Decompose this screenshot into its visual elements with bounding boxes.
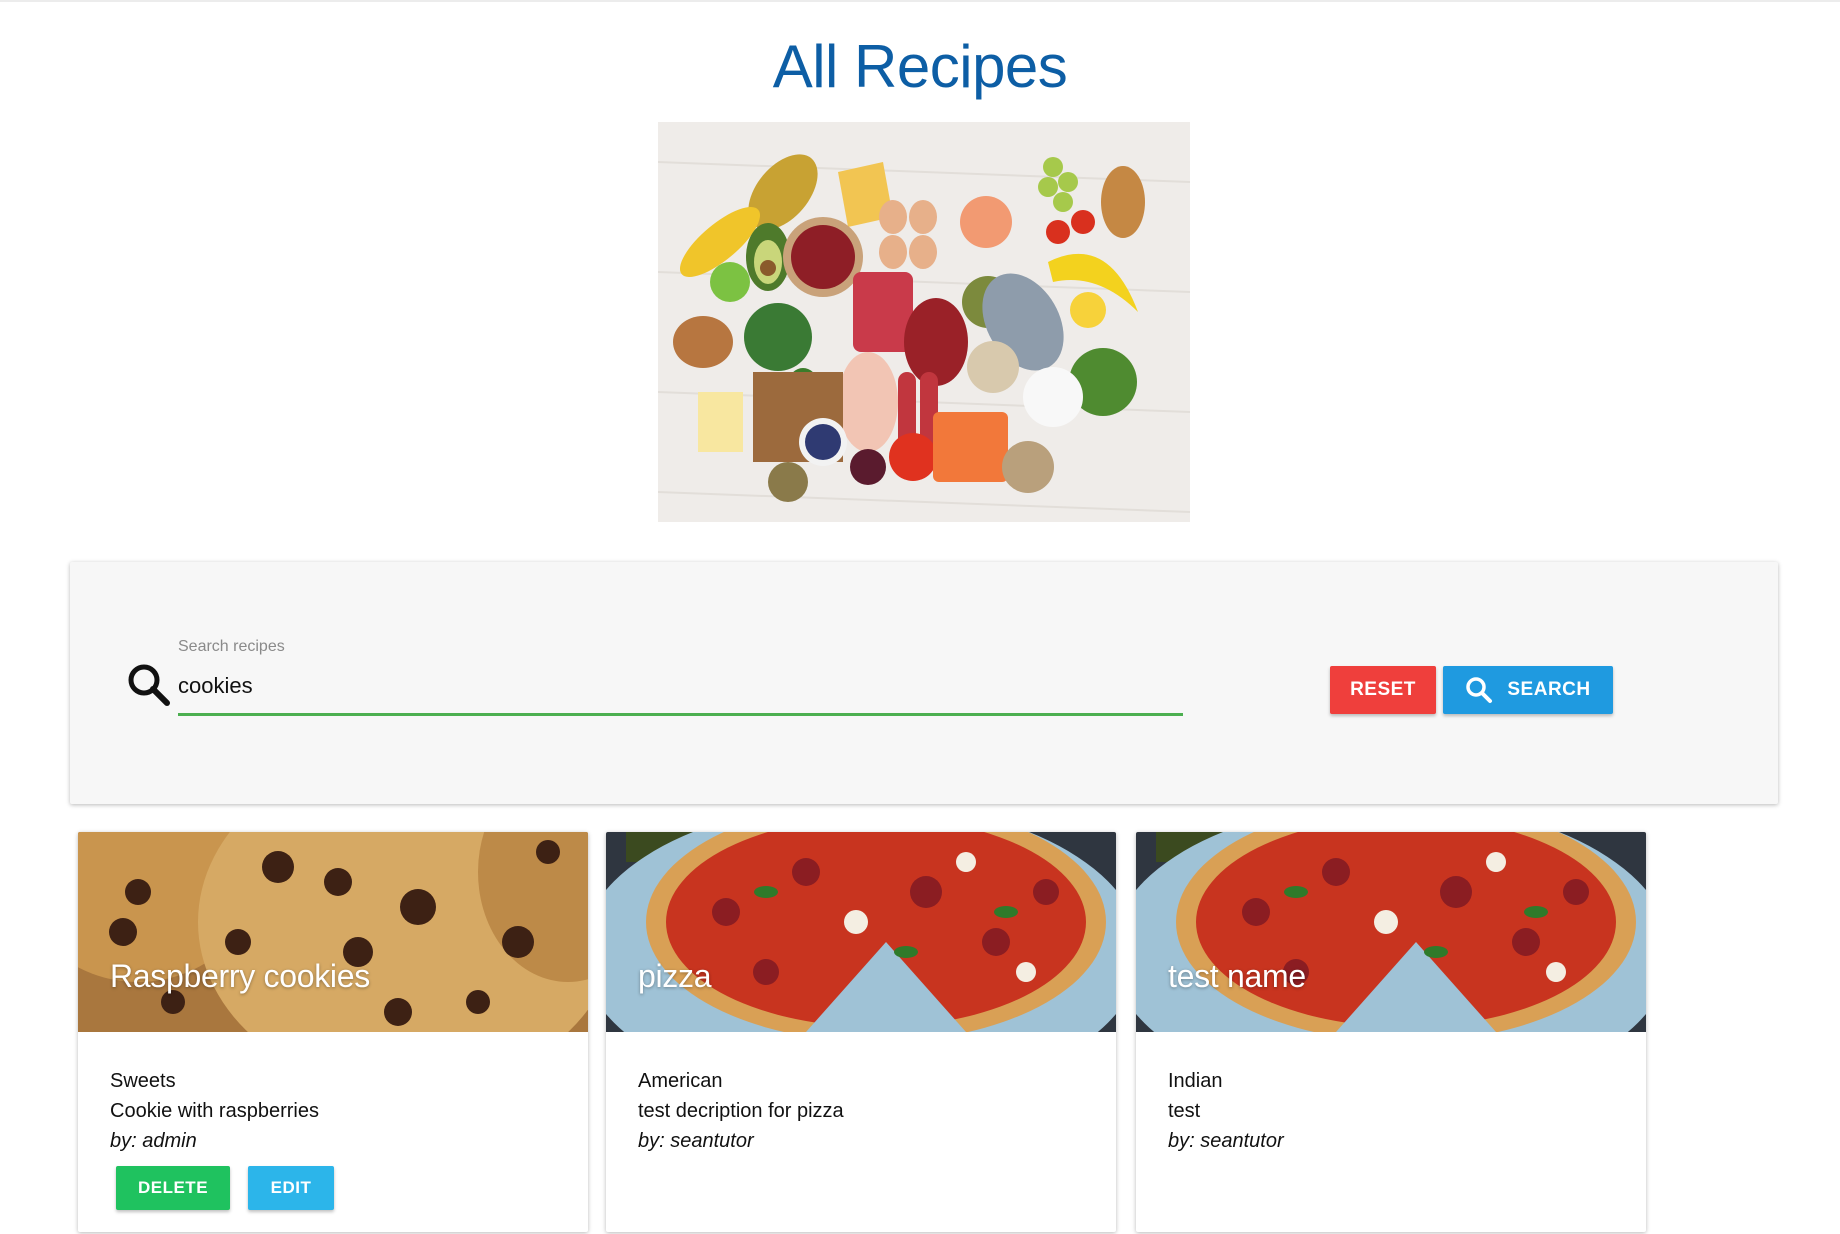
recipe-card[interactable]: pizza American test decription for pizza…	[606, 832, 1116, 1232]
recipe-author: by: seantutor	[638, 1130, 754, 1152]
recipe-category: American	[638, 1070, 723, 1092]
search-button[interactable]: SEARCH	[1443, 666, 1613, 714]
recipe-description: test	[1168, 1100, 1201, 1122]
recipe-title: Raspberry cookies	[110, 958, 370, 994]
cookies-image: Raspberry cookies	[78, 832, 588, 1032]
search-icon	[126, 662, 172, 708]
recipe-description: Cookie with raspberries	[110, 1100, 319, 1122]
recipe-card[interactable]: test name Indian test by: seantutor	[1136, 832, 1646, 1232]
recipe-card[interactable]: Raspberry cookies Sweets Cookie with ras…	[78, 832, 588, 1232]
search-button-label: SEARCH	[1507, 679, 1591, 700]
recipe-category: Indian	[1168, 1070, 1223, 1092]
recipe-title: pizza	[638, 958, 712, 994]
search-input[interactable]	[178, 666, 1183, 706]
reset-button-label: RESET	[1350, 679, 1416, 700]
reset-button[interactable]: RESET	[1330, 666, 1436, 714]
top-divider	[0, 0, 1840, 2]
groceries-hero-image	[658, 122, 1190, 522]
pizza-image: test name	[1136, 832, 1646, 1032]
search-input-underline	[178, 713, 1183, 716]
search-label: Search recipes	[178, 638, 285, 655]
recipe-description: test decription for pizza	[638, 1100, 844, 1122]
delete-button[interactable]: DELETE	[116, 1166, 230, 1210]
pizza-image: pizza	[606, 832, 1116, 1032]
delete-button-label: DELETE	[137, 1178, 209, 1197]
recipe-title: test name	[1168, 958, 1306, 994]
page-title: All Recipes	[772, 33, 1068, 100]
search-icon	[1465, 676, 1493, 704]
search-panel: Search recipes RESET SEARCH	[70, 562, 1778, 804]
recipe-category: Sweets	[110, 1070, 176, 1092]
recipe-author: by: seantutor	[1168, 1130, 1284, 1152]
recipe-author: by: admin	[110, 1130, 197, 1152]
edit-button-label: EDIT	[270, 1178, 312, 1197]
edit-button[interactable]: EDIT	[248, 1166, 334, 1210]
